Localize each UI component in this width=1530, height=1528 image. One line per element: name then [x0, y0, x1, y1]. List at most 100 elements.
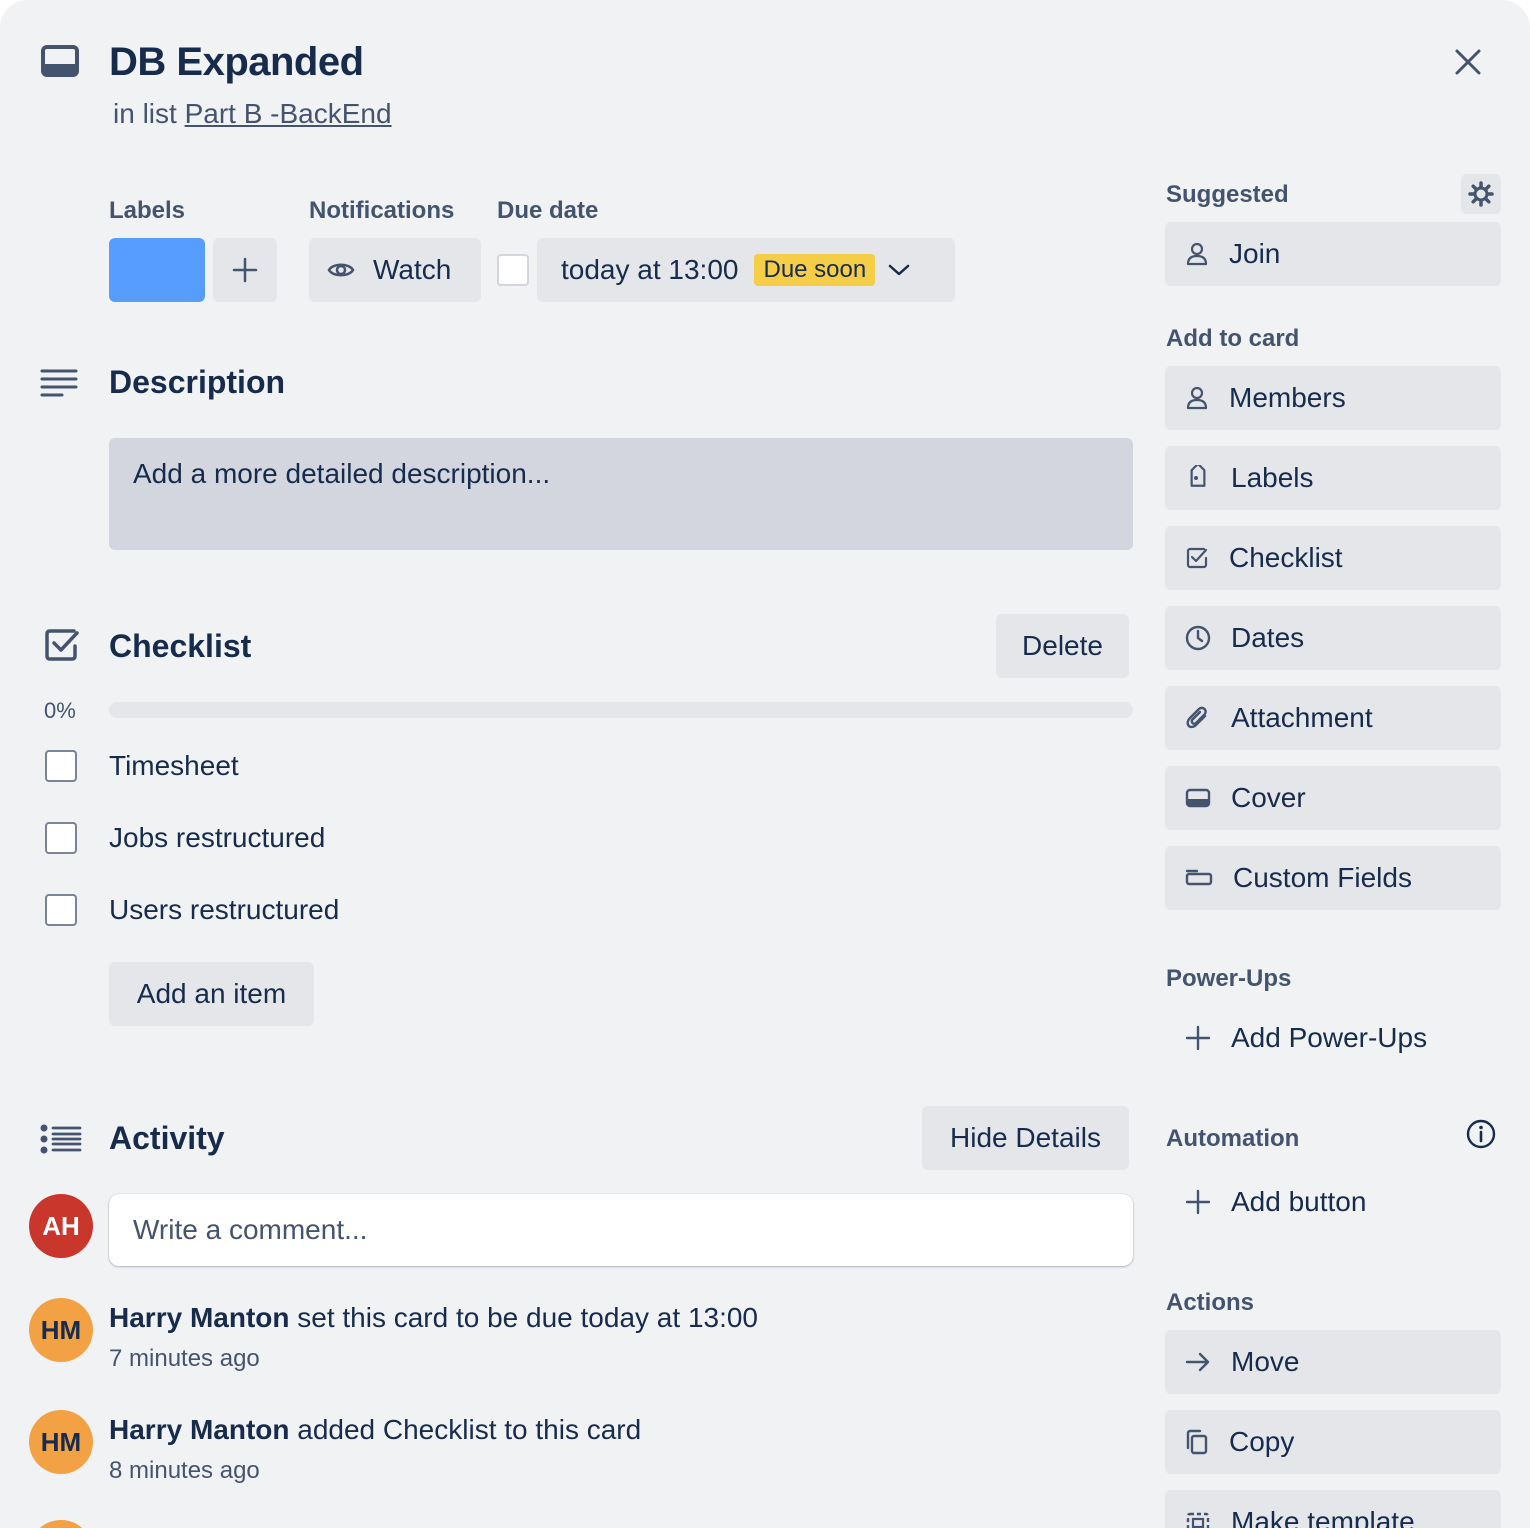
dates-button[interactable]: Dates	[1165, 606, 1501, 670]
info-icon	[1466, 1119, 1496, 1149]
add-label-button[interactable]	[213, 238, 277, 302]
make-template-button[interactable]: Make template	[1165, 1490, 1501, 1528]
checklist-heading: Checklist	[109, 628, 252, 664]
activity-time[interactable]: 7 minutes ago	[109, 1345, 260, 1373]
activity-entry: Harry Manton added Checklist to this car…	[109, 1414, 641, 1446]
avatar[interactable]: AH	[29, 1194, 93, 1258]
card-list-info: in list Part B -BackEnd	[113, 98, 392, 130]
make-template-label: Make template	[1231, 1506, 1415, 1528]
close-button[interactable]	[1444, 38, 1492, 86]
due-date-value: today at 13:00	[561, 254, 739, 285]
activity-entry: Harry Manton set this card to be due tod…	[109, 1302, 758, 1334]
description-heading: Description	[109, 364, 286, 400]
add-powerups-label: Add Power-Ups	[1231, 1022, 1428, 1053]
description-icon	[40, 368, 78, 398]
checklist-progress-bar	[109, 702, 1133, 718]
list-link[interactable]: Part B -BackEnd	[185, 98, 392, 129]
arrow-right-icon	[1185, 1352, 1210, 1372]
checklist-icon	[44, 628, 80, 662]
attachment-label: Attachment	[1231, 702, 1373, 733]
suggested-heading: Suggested	[1166, 181, 1289, 208]
add-to-card-heading: Add to card	[1166, 325, 1300, 352]
cover-button[interactable]: Cover	[1165, 766, 1501, 830]
activity-author[interactable]: Harry Manton	[109, 1414, 289, 1445]
due-date-heading: Due date	[497, 197, 599, 224]
custom-fields-icon	[1185, 869, 1213, 886]
activity-heading: Activity	[109, 1120, 225, 1156]
automation-heading: Automation	[1166, 1125, 1300, 1152]
card-title[interactable]: DB Expanded	[109, 40, 364, 85]
copy-button[interactable]: Copy	[1165, 1410, 1501, 1474]
checklist-item-checkbox[interactable]	[45, 822, 77, 854]
suggested-settings-button[interactable]	[1461, 174, 1501, 214]
join-button[interactable]: Join	[1165, 222, 1501, 286]
add-item-button[interactable]: Add an item	[109, 962, 314, 1026]
eye-icon	[327, 263, 355, 277]
due-date-checkbox[interactable]	[497, 254, 529, 286]
list-prefix: in list	[113, 98, 177, 129]
due-date-button[interactable]: today at 13:00 Due soon	[537, 238, 955, 302]
labels-label: Labels	[1231, 462, 1314, 493]
custom-fields-button[interactable]: Custom Fields	[1165, 846, 1501, 910]
tag-icon	[1190, 465, 1206, 487]
labels-button[interactable]: Labels	[1165, 446, 1501, 510]
plus-icon	[1185, 1189, 1211, 1215]
plus-icon	[1185, 1025, 1211, 1051]
close-icon	[1455, 49, 1481, 75]
watch-button[interactable]: Watch	[309, 238, 481, 302]
powerups-heading: Power-Ups	[1166, 965, 1292, 992]
activity-action: added Checklist to this card	[297, 1414, 642, 1445]
activity-author[interactable]: Harry Manton	[109, 1302, 289, 1333]
checklist-item-checkbox[interactable]	[45, 894, 77, 926]
cover-label: Cover	[1231, 782, 1306, 813]
checklist-item-text[interactable]: Jobs restructured	[109, 822, 325, 854]
automation-info-button[interactable]	[1461, 1114, 1501, 1154]
clock-icon	[1185, 625, 1211, 651]
due-soon-badge: Due soon	[754, 254, 876, 286]
move-button[interactable]: Move	[1165, 1330, 1501, 1394]
cover-icon	[1185, 788, 1211, 808]
notifications-heading: Notifications	[309, 197, 455, 224]
hide-details-button[interactable]: Hide Details	[922, 1106, 1129, 1170]
plus-icon	[232, 257, 258, 283]
checklist-label: Checklist	[1229, 542, 1343, 573]
checklist-item-text[interactable]: Users restructured	[109, 894, 339, 926]
members-button[interactable]: Members	[1165, 366, 1501, 430]
custom-fields-label: Custom Fields	[1233, 862, 1412, 893]
avatar[interactable]	[29, 1520, 93, 1528]
label-chip[interactable]	[109, 238, 205, 302]
watch-label: Watch	[373, 254, 452, 285]
actions-heading: Actions	[1166, 1289, 1255, 1316]
avatar[interactable]: HM	[29, 1298, 93, 1362]
person-icon	[1186, 386, 1208, 410]
attachment-button[interactable]: Attachment	[1165, 686, 1501, 750]
checklist-item-checkbox[interactable]	[45, 750, 77, 782]
add-powerups-button[interactable]: Add Power-Ups	[1165, 1006, 1501, 1070]
checklist-percent: 0%	[44, 698, 76, 723]
members-label: Members	[1229, 382, 1346, 413]
dates-label: Dates	[1231, 622, 1305, 653]
gear-icon	[1468, 181, 1494, 207]
add-button-button[interactable]: Add button	[1165, 1170, 1501, 1234]
chevron-down-icon	[888, 264, 910, 276]
labels-heading: Labels	[109, 197, 186, 224]
paperclip-icon	[1186, 706, 1207, 729]
card-detail-modal: DB Expanded in list Part B -BackEnd Labe…	[0, 0, 1530, 1528]
checklist-item-text[interactable]: Timesheet	[109, 750, 239, 782]
add-button-label: Add button	[1231, 1186, 1367, 1217]
activity-action: set this card to be due today at 13:00	[297, 1302, 759, 1333]
copy-icon	[1186, 1429, 1208, 1455]
join-label: Join	[1229, 238, 1281, 269]
avatar[interactable]: HM	[29, 1410, 93, 1474]
activity-time[interactable]: 8 minutes ago	[109, 1457, 260, 1485]
checklist-button[interactable]: Checklist	[1165, 526, 1501, 590]
move-label: Move	[1231, 1346, 1300, 1377]
checkbox-icon	[1186, 547, 1208, 569]
card-icon	[40, 44, 82, 80]
comment-input[interactable]: Write a comment...	[109, 1194, 1133, 1266]
description-editor[interactable]: Add a more detailed description...	[109, 438, 1133, 550]
delete-checklist-button[interactable]: Delete	[996, 614, 1129, 678]
activity-icon	[40, 1124, 82, 1154]
template-icon	[1186, 1512, 1210, 1528]
copy-label: Copy	[1229, 1426, 1295, 1457]
